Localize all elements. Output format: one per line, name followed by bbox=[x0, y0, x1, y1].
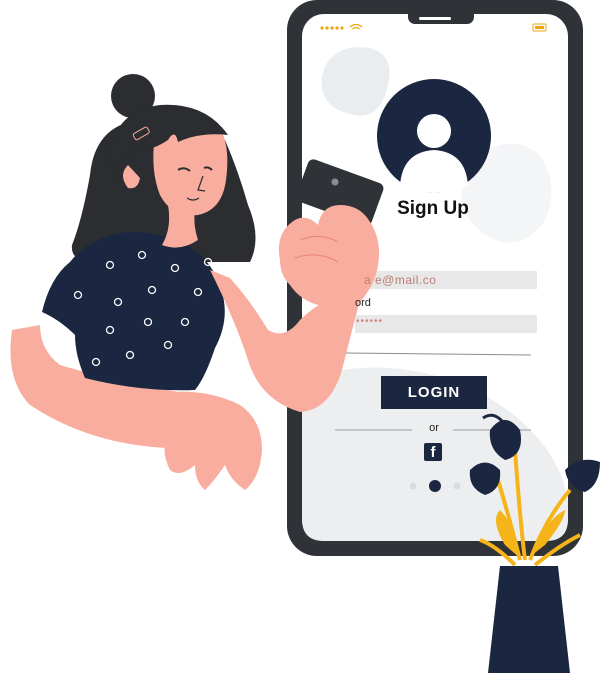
login-button[interactable]: LOGIN bbox=[381, 376, 487, 409]
avatar-icon bbox=[377, 79, 491, 193]
facebook-icon[interactable]: f bbox=[424, 443, 442, 461]
password-value: •••••• bbox=[356, 316, 384, 327]
password-label: ord bbox=[355, 297, 371, 309]
signup-title: Sign Up bbox=[397, 198, 469, 219]
or-separator: or bbox=[429, 422, 439, 434]
illustration-scene bbox=[10, 0, 600, 673]
email-value: a e@mail.co bbox=[364, 273, 437, 287]
